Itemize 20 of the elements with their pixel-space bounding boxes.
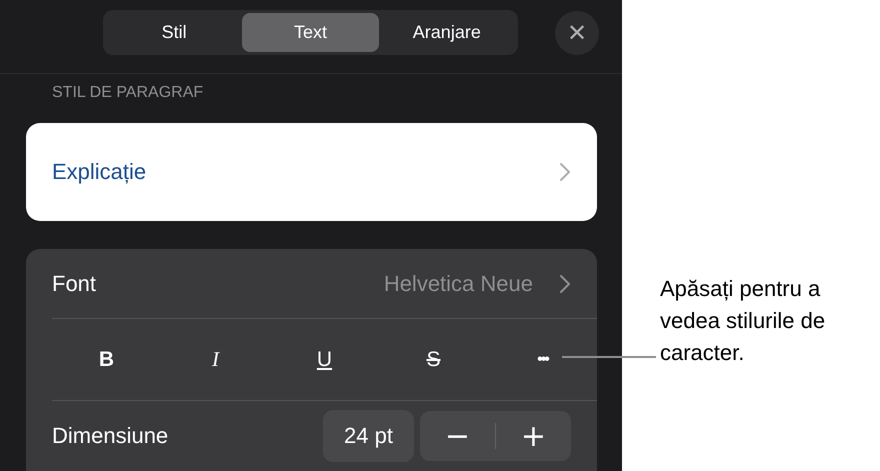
increase-button[interactable]: + bbox=[496, 411, 571, 461]
paragraph-style-value: Explicație bbox=[52, 158, 146, 185]
tab[interactable]: Text bbox=[242, 13, 379, 52]
size-field[interactable]: 24 pt bbox=[323, 410, 414, 462]
callout-text: Apăsați pentru a vedea stilurile de caracter. bbox=[660, 275, 826, 367]
tab[interactable]: Stil bbox=[106, 13, 242, 52]
more-button[interactable]: ••• bbox=[488, 334, 597, 384]
paragraph-style-button[interactable]: Explicație bbox=[26, 122, 597, 221]
close-button[interactable]: ✕ bbox=[555, 11, 599, 55]
chevron-icon bbox=[559, 274, 571, 294]
strikethrough-button[interactable]: S bbox=[379, 334, 488, 384]
font-label: Font bbox=[52, 270, 98, 296]
underline-button[interactable]: U bbox=[270, 334, 379, 384]
bold-button[interactable]: B bbox=[52, 334, 161, 384]
chevron-icon bbox=[559, 162, 571, 182]
tab[interactable]: Aranjare bbox=[378, 13, 515, 52]
italic-button[interactable]: I bbox=[161, 334, 270, 384]
decrease-button[interactable]: − bbox=[420, 411, 495, 461]
section-label: STIL DE PARAGRAF bbox=[52, 84, 204, 102]
size-label: Dimensiune bbox=[52, 423, 170, 449]
